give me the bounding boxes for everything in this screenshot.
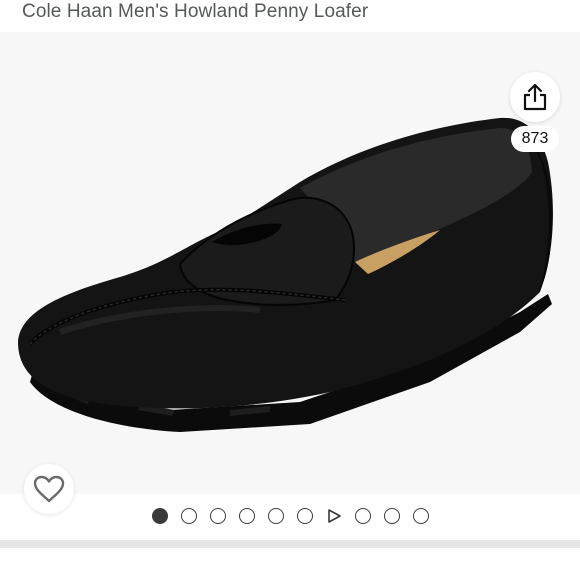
share-button[interactable] (510, 72, 560, 122)
section-divider (0, 540, 580, 548)
product-title: Cole Haan Men's Howland Penny Loafer (22, 1, 369, 22)
next-section (0, 548, 580, 580)
carousel-dot-2[interactable] (180, 508, 197, 524)
carousel-dot-6[interactable] (296, 508, 313, 524)
carousel-dot-8[interactable] (354, 508, 371, 524)
share-count: 873 (511, 126, 559, 152)
play-icon (327, 509, 341, 523)
carousel-video-indicator[interactable] (326, 508, 342, 524)
product-image-area[interactable]: 873 (0, 32, 580, 514)
carousel-dot-3[interactable] (209, 508, 226, 524)
heart-outline-icon (33, 475, 65, 503)
carousel-dot-1[interactable] (151, 508, 168, 524)
product-image[interactable] (0, 32, 580, 494)
share-icon (523, 83, 547, 111)
carousel-dot-10[interactable] (412, 508, 429, 524)
carousel-indicators (0, 505, 580, 527)
carousel-dot-9[interactable] (383, 508, 400, 524)
carousel-dot-5[interactable] (267, 508, 284, 524)
carousel-dot-4[interactable] (238, 508, 255, 524)
